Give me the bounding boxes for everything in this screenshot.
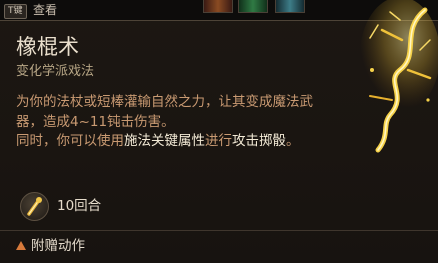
- spell-school: 变化学派戏法: [16, 64, 95, 79]
- desc-text-4: 。: [286, 133, 300, 149]
- club-glow-icon: [20, 192, 49, 221]
- desc-text-3: 进行: [205, 133, 232, 149]
- ability-icon-teal[interactable]: [275, 0, 305, 13]
- bottom-divider: [0, 230, 438, 231]
- view-label[interactable]: 查看: [33, 2, 57, 18]
- desc-text-1: 为你的法杖或短棒灌输自然之力，让其变成魔法武器，造成4~11钝击伤害。: [16, 94, 313, 130]
- desc-highlight-ability: 施法关键属性: [124, 133, 205, 149]
- spell-tooltip: T键 查看 橡棍术 变化学派戏法 为你的法杖或短棒灌输自然之力，让其变成魔法武器…: [0, 0, 438, 263]
- warning-triangle-icon: [16, 241, 26, 250]
- hotkey-badge: T键: [4, 4, 27, 19]
- desc-text-2: 同时，你可以使用: [16, 133, 124, 149]
- desc-highlight-attack: 攻击掷骰: [232, 133, 286, 149]
- action-type-label: 附赠动作: [31, 238, 85, 254]
- spell-description: 为你的法杖或短棒灌输自然之力，让其变成魔法武器，造成4~11钝击伤害。同时，你可…: [16, 93, 316, 152]
- ability-icon-green[interactable]: [238, 0, 268, 13]
- duration-label: 10回合: [57, 198, 102, 214]
- glowing-staff-icon: [360, 0, 438, 153]
- spell-title: 橡棍术: [16, 35, 79, 59]
- ability-icon-red[interactable]: [203, 0, 233, 13]
